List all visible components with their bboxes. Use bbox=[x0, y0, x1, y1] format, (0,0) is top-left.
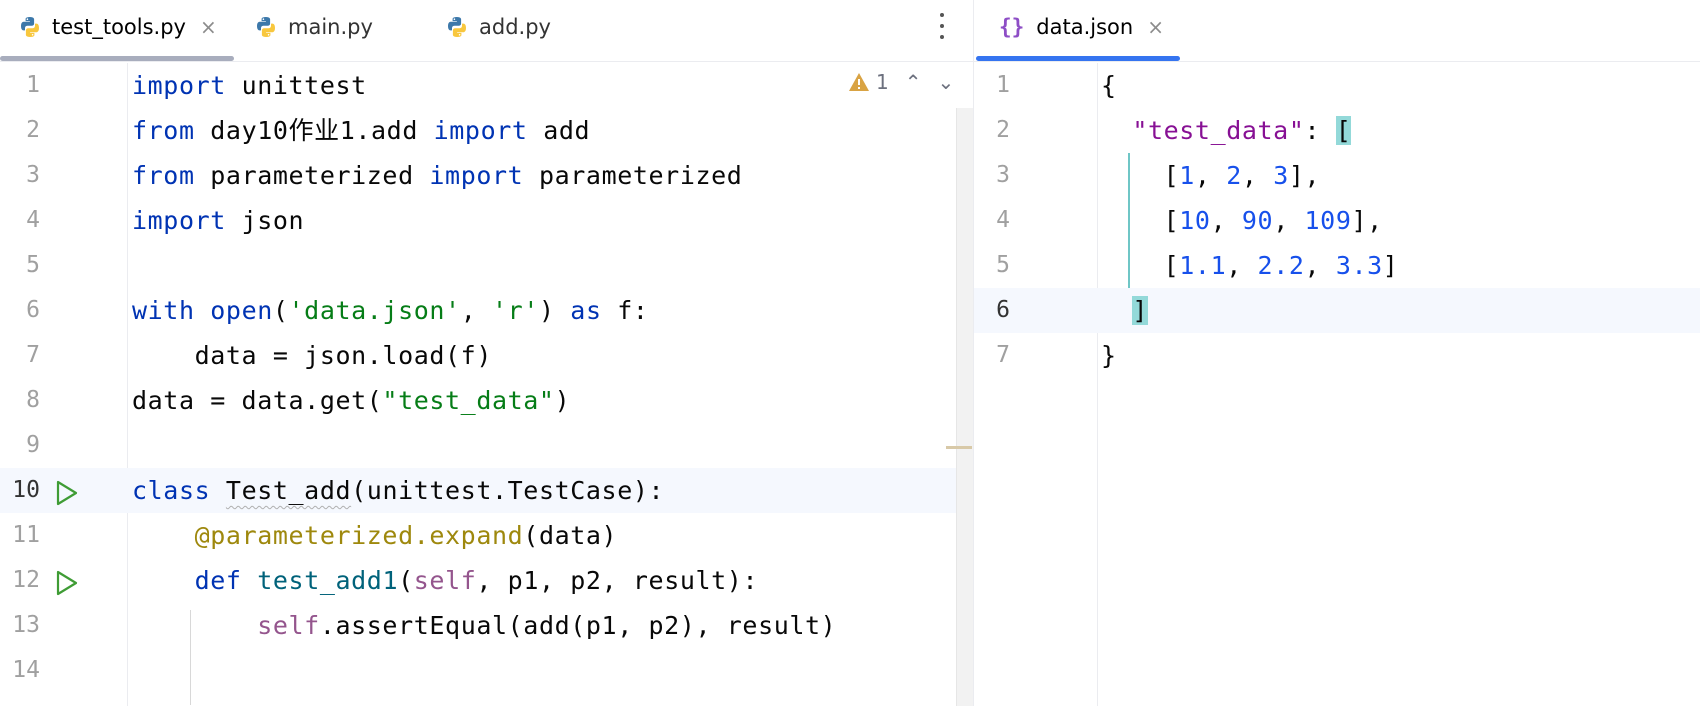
code-line: 7 data = json.load(f) bbox=[0, 333, 973, 378]
tab-label: data.json bbox=[1036, 15, 1134, 39]
code-line: 4 import json bbox=[0, 198, 973, 243]
warning-indicator[interactable]: 1 bbox=[848, 70, 889, 94]
code-editor-python[interactable]: 1 import unittest 2 from day10作业1.add im… bbox=[0, 63, 973, 706]
code-text: import json bbox=[132, 206, 305, 235]
warning-count: 1 bbox=[876, 70, 889, 94]
vertical-scrollbar[interactable] bbox=[956, 108, 973, 706]
tab-test-tools[interactable]: test_tools.py × bbox=[18, 0, 217, 54]
line-number: 10 bbox=[12, 477, 40, 503]
code-text: with open('data.json', 'r') as f: bbox=[132, 296, 649, 325]
close-icon[interactable]: × bbox=[200, 17, 217, 37]
code-text: [10, 90, 109], bbox=[1163, 206, 1383, 235]
python-icon bbox=[21, 17, 39, 37]
line-number: 11 bbox=[12, 522, 40, 548]
line-number: 4 bbox=[996, 207, 1010, 233]
line-number: 2 bbox=[26, 117, 40, 143]
code-line: 1 import unittest bbox=[0, 63, 973, 108]
tab-main[interactable]: main.py bbox=[254, 0, 373, 54]
line-number: 8 bbox=[26, 387, 40, 413]
code-line-current: 6 ] bbox=[974, 288, 1700, 333]
code-text: { bbox=[1101, 71, 1117, 100]
code-line: 11 @parameterized.expand(data) bbox=[0, 513, 973, 558]
code-text: class Test_add(unittest.TestCase): bbox=[132, 476, 665, 505]
warning-triangle-icon bbox=[849, 73, 869, 91]
line-number: 5 bbox=[26, 252, 40, 278]
code-text: [1.1, 2.2, 3.3] bbox=[1163, 251, 1399, 280]
code-line: 14 bbox=[0, 648, 973, 693]
more-tabs-icon[interactable] bbox=[932, 10, 952, 42]
code-line: 4 [10, 90, 109], bbox=[974, 198, 1700, 243]
code-line: 6 with open('data.json', 'r') as f: bbox=[0, 288, 973, 333]
json-braces-icon: {} bbox=[999, 15, 1025, 39]
python-icon bbox=[448, 17, 466, 37]
close-icon[interactable]: × bbox=[1147, 17, 1164, 37]
tab-label: add.py bbox=[479, 15, 551, 39]
code-text: "test_data": [ bbox=[1132, 116, 1352, 145]
tab-add[interactable]: add.py bbox=[445, 0, 551, 54]
line-number: 1 bbox=[26, 72, 40, 98]
line-number: 3 bbox=[996, 162, 1010, 188]
inspection-widget: 1 ⌃ ⌄ bbox=[848, 70, 954, 94]
tab-label: test_tools.py bbox=[52, 15, 186, 39]
line-number: 7 bbox=[996, 342, 1010, 368]
code-line-current: 10 class Test_add(unittest.TestCase): bbox=[0, 468, 956, 513]
code-line: 3 from parameterized import parameterize… bbox=[0, 153, 973, 198]
right-tab-bar: {} data.json × bbox=[974, 0, 1700, 62]
code-text: ] bbox=[1101, 288, 1148, 333]
code-text: self.assertEqual(add(p1, p2), result) bbox=[257, 611, 837, 640]
line-number: 1 bbox=[996, 72, 1010, 98]
line-number: 3 bbox=[26, 162, 40, 188]
editor-pane-right: {} data.json × 1 { 2 "test_data": [ 3 [1… bbox=[974, 0, 1700, 706]
warning-scroll-marker[interactable] bbox=[946, 446, 972, 449]
code-text: data = json.load(f) bbox=[132, 341, 492, 370]
code-line: 9 bbox=[0, 423, 973, 468]
line-number: 6 bbox=[996, 297, 1010, 323]
code-line: 12 def test_add1(self, p1, p2, result): bbox=[0, 558, 973, 603]
code-text: data = data.get("test_data") bbox=[132, 386, 571, 415]
code-text: import unittest bbox=[132, 71, 367, 100]
line-number: 4 bbox=[26, 207, 40, 233]
line-number: 6 bbox=[26, 297, 40, 323]
bracket-scope-guide bbox=[1128, 153, 1130, 288]
active-tab-indicator bbox=[0, 56, 234, 61]
indent-guide bbox=[190, 610, 191, 705]
code-line: 7 } bbox=[974, 333, 1700, 378]
bracket-match-highlight: ] bbox=[1132, 296, 1148, 325]
python-icon bbox=[257, 17, 275, 37]
code-line: 3 [1, 2, 3], bbox=[974, 153, 1700, 198]
line-number: 9 bbox=[26, 432, 40, 458]
line-number: 5 bbox=[996, 252, 1010, 278]
line-number: 13 bbox=[12, 612, 40, 638]
code-line: 2 "test_data": [ bbox=[974, 108, 1700, 153]
run-test-icon[interactable] bbox=[52, 479, 80, 507]
editor-pane-left: test_tools.py × main.py add.py 1 import … bbox=[0, 0, 973, 706]
line-number: 12 bbox=[12, 567, 40, 593]
code-text: from day10作业1.add import add bbox=[132, 116, 591, 145]
code-text: [1, 2, 3], bbox=[1163, 161, 1321, 190]
tab-label: main.py bbox=[288, 15, 373, 39]
bracket-match-highlight: [ bbox=[1335, 116, 1352, 145]
next-highlight-icon[interactable]: ⌄ bbox=[938, 70, 955, 94]
previous-highlight-icon[interactable]: ⌃ bbox=[905, 70, 922, 94]
run-test-icon[interactable] bbox=[52, 569, 80, 597]
code-line: 5 bbox=[0, 243, 973, 288]
code-line: 5 [1.1, 2.2, 3.3] bbox=[974, 243, 1700, 288]
code-text: from parameterized import parameterized bbox=[132, 161, 743, 190]
line-number: 14 bbox=[12, 657, 40, 683]
code-text: def test_add1(self, p1, p2, result): bbox=[194, 566, 759, 595]
tab-data-json[interactable]: {} data.json × bbox=[999, 0, 1164, 54]
code-editor-json[interactable]: 1 { 2 "test_data": [ 3 [1, 2, 3], 4 [10,… bbox=[974, 63, 1700, 706]
active-tab-indicator bbox=[976, 56, 1180, 61]
line-number: 2 bbox=[996, 117, 1010, 143]
code-text: } bbox=[1101, 341, 1117, 370]
code-line: 13 self.assertEqual(add(p1, p2), result) bbox=[0, 603, 973, 648]
code-line: 8 data = data.get("test_data") bbox=[0, 378, 973, 423]
code-line: 2 from day10作业1.add import add bbox=[0, 108, 973, 153]
code-line: 1 { bbox=[974, 63, 1700, 108]
left-tab-bar: test_tools.py × main.py add.py bbox=[0, 0, 973, 62]
line-number: 7 bbox=[26, 342, 40, 368]
code-text: @parameterized.expand(data) bbox=[194, 521, 618, 550]
